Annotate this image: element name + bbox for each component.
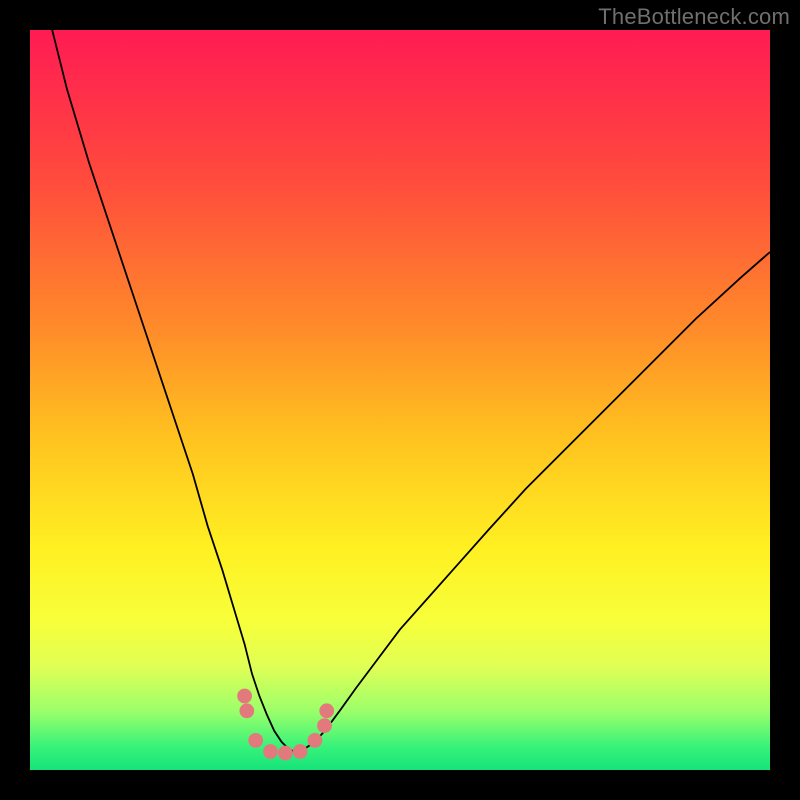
attribution-text: TheBottleneck.com bbox=[598, 4, 790, 30]
curve-marker bbox=[237, 689, 252, 704]
curve-marker bbox=[308, 733, 323, 748]
chart-plot-area bbox=[30, 30, 770, 770]
chart-frame: TheBottleneck.com bbox=[0, 0, 800, 800]
curve-marker bbox=[248, 733, 263, 748]
curve-marker bbox=[317, 718, 332, 733]
curve-marker bbox=[278, 746, 293, 761]
curve-marker bbox=[263, 744, 278, 759]
chart-background-gradient bbox=[30, 30, 770, 770]
curve-marker bbox=[293, 744, 308, 759]
curve-marker bbox=[319, 703, 334, 718]
curve-marker bbox=[239, 703, 254, 718]
chart-svg bbox=[30, 30, 770, 770]
